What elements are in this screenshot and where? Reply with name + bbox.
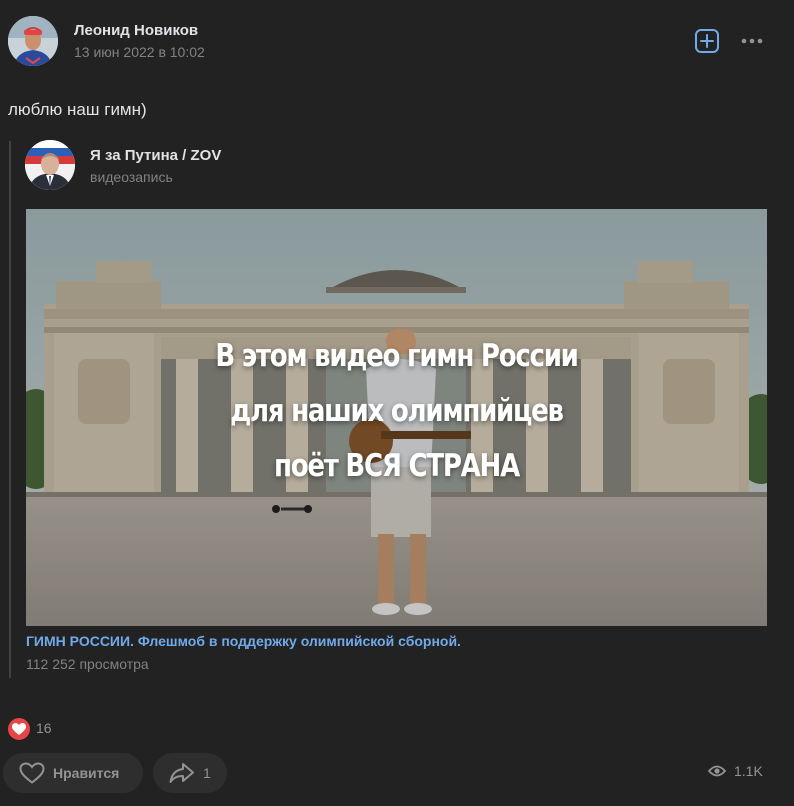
share-icon — [169, 763, 194, 783]
overlay-line: В этом видео гимн России — [215, 338, 579, 374]
views-count: 1.1K — [734, 763, 763, 779]
heart-icon — [12, 722, 26, 735]
post-views: 1.1K — [708, 763, 763, 779]
reaction-count[interactable]: 16 — [36, 720, 52, 736]
like-label: Нравится — [53, 765, 120, 781]
more-dots-icon — [741, 38, 763, 44]
like-button[interactable]: Нравится — [3, 753, 143, 793]
video-player[interactable]: В этом видео гимн России для наших олимп… — [26, 209, 767, 626]
repost-author-name[interactable]: Я за Путина / ZOV — [90, 147, 221, 164]
video-overlay-text: В этом видео гимн России для наших олимп… — [85, 329, 707, 494]
post-date[interactable]: 13 июн 2022 в 10:02 — [74, 44, 205, 60]
add-bookmark-button[interactable] — [695, 29, 719, 53]
share-count: 1 — [203, 765, 211, 781]
repost-type-label: видеозапись — [90, 169, 173, 185]
author-avatar[interactable] — [8, 16, 58, 66]
author-name[interactable]: Леонид Новиков — [74, 22, 198, 39]
plus-icon — [700, 34, 714, 48]
more-options-button[interactable] — [740, 32, 764, 50]
post-text: люблю наш гимн) — [8, 100, 147, 119]
heart-outline-icon — [19, 762, 45, 784]
repost-divider — [9, 141, 11, 678]
reaction-badge[interactable] — [8, 718, 30, 740]
overlay-line: поёт ВСЯ СТРАНА — [274, 448, 520, 484]
share-button[interactable]: 1 — [153, 753, 227, 793]
eye-icon — [708, 765, 726, 777]
wall-post: Леонид Новиков 13 июн 2022 в 10:02 люблю… — [0, 0, 794, 806]
repost-avatar[interactable] — [25, 140, 75, 190]
video-title-link[interactable]: ГИМН РОССИИ. Флешмоб в поддержку олимпий… — [26, 633, 461, 649]
overlay-line: для наших олимпийцев — [230, 393, 564, 429]
video-views: 112 252 просмотра — [26, 656, 149, 672]
